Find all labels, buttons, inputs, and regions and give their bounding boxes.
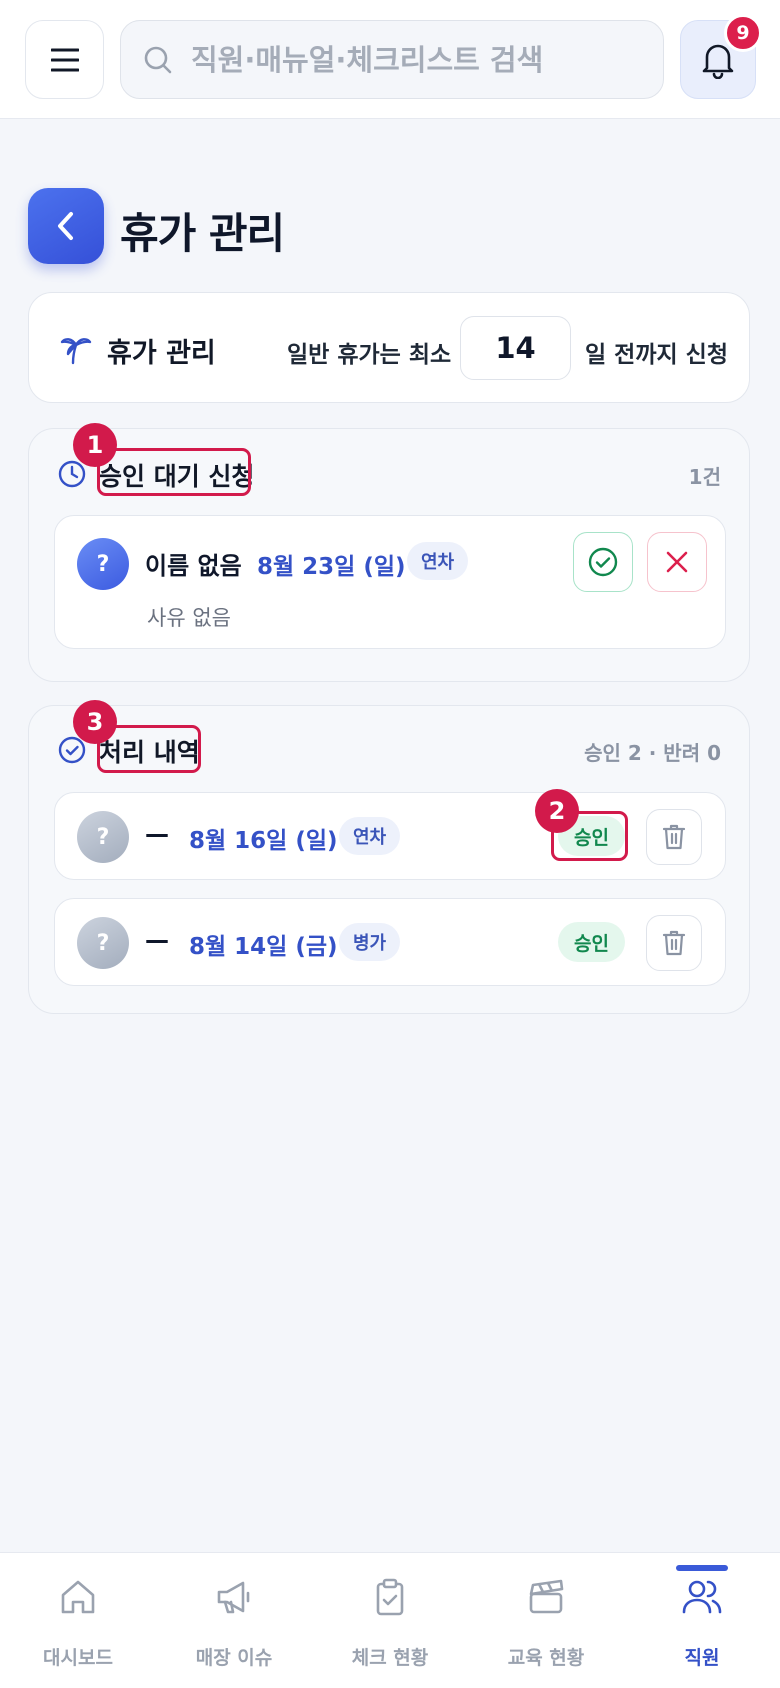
- leave-type-chip: 병가: [339, 923, 401, 961]
- leave-type-chip: 연차: [339, 817, 401, 855]
- nav-label: 매장 이슈: [195, 1647, 273, 1669]
- nav-item-store-issues[interactable]: 매장 이슈: [156, 1553, 312, 1688]
- settings-suffix-label: 일 전까지 신청: [585, 342, 728, 368]
- reject-button[interactable]: [647, 532, 707, 592]
- history-item: ? — 8월 16일 (일) 연차 승인 2: [54, 789, 726, 880]
- approve-button[interactable]: [573, 532, 633, 592]
- request-date: 8월 23일 (일): [257, 554, 406, 580]
- home-icon: [58, 1577, 98, 1617]
- page-title: 휴가 관리: [120, 209, 285, 258]
- history-name: —: [145, 926, 169, 954]
- notification-badge: 9: [724, 14, 762, 52]
- menu-button[interactable]: [25, 20, 104, 99]
- history-summary: 승인 2 · 반려 0: [584, 741, 721, 765]
- search-input[interactable]: [191, 42, 631, 77]
- megaphone-icon: [214, 1577, 254, 1617]
- trash-icon: [662, 929, 686, 957]
- palm-tree-icon: [59, 331, 93, 365]
- annotation-number-3: 3: [73, 700, 117, 744]
- annotation-number-2: 2: [535, 789, 579, 833]
- history-name: —: [145, 820, 169, 848]
- avatar: ?: [77, 811, 129, 863]
- settings-prefix-label: 일반 휴가는 최소: [287, 342, 452, 368]
- active-tab-indicator: [676, 1565, 728, 1571]
- search-box[interactable]: [120, 20, 664, 99]
- nav-label: 직원: [684, 1647, 720, 1669]
- top-header: 9: [0, 0, 780, 119]
- request-reason: 사유 없음: [147, 606, 231, 630]
- history-item: ? — 8월 14일 (금) 병가 승인: [54, 898, 726, 986]
- nav-label: 교육 현황: [507, 1647, 585, 1669]
- pending-request-card: ? 이름 없음 8월 23일 (일) 연차 사유 없음: [54, 515, 726, 649]
- min-days-input[interactable]: [460, 316, 571, 380]
- clipboard-check-icon: [370, 1577, 410, 1617]
- status-badge: 승인: [558, 922, 625, 962]
- clapperboard-icon: [526, 1577, 566, 1617]
- history-date: 8월 16일 (일): [189, 828, 338, 854]
- nav-item-training-status[interactable]: 교육 현황: [468, 1553, 624, 1688]
- delete-button[interactable]: [646, 915, 702, 971]
- chevron-left-icon: [55, 211, 77, 241]
- close-icon: [665, 550, 689, 574]
- back-button[interactable]: [28, 188, 104, 264]
- pending-count: 1건: [688, 465, 721, 489]
- search-icon: [143, 45, 173, 75]
- avatar: ?: [77, 538, 129, 590]
- avatar: ?: [77, 917, 129, 969]
- delete-button[interactable]: [646, 809, 702, 865]
- processed-history-section: 처리 내역 3 승인 2 · 반려 0 ? — 8월 16일 (일) 연차 승인…: [28, 700, 750, 1014]
- annotation-box-1: [97, 448, 251, 496]
- leave-settings-card: 휴가 관리 일반 휴가는 최소 일 전까지 신청: [28, 292, 750, 403]
- settings-title: 휴가 관리: [107, 338, 216, 369]
- pending-requests-section: 승인 대기 신청 1 1건 ? 이름 없음 8월 23일 (일) 연차 사유 없…: [28, 423, 750, 682]
- check-circle-icon: [587, 546, 619, 578]
- nav-item-check-status[interactable]: 체크 현황: [312, 1553, 468, 1688]
- clock-icon: [58, 460, 86, 488]
- nav-item-staff[interactable]: 직원: [624, 1553, 780, 1688]
- bottom-navigation: 대시보드 매장 이슈 체크 현황 교육 현황 직원: [0, 1552, 780, 1688]
- request-name: 이름 없음: [145, 552, 242, 580]
- leave-type-chip: 연차: [407, 542, 469, 580]
- users-icon: [681, 1577, 723, 1617]
- hamburger-icon: [50, 48, 79, 72]
- nav-label: 대시보드: [43, 1647, 113, 1669]
- annotation-number-1: 1: [73, 423, 117, 467]
- nav-item-dashboard[interactable]: 대시보드: [0, 1553, 156, 1688]
- nav-label: 체크 현황: [351, 1647, 429, 1669]
- history-date: 8월 14일 (금): [189, 934, 338, 960]
- trash-icon: [662, 823, 686, 851]
